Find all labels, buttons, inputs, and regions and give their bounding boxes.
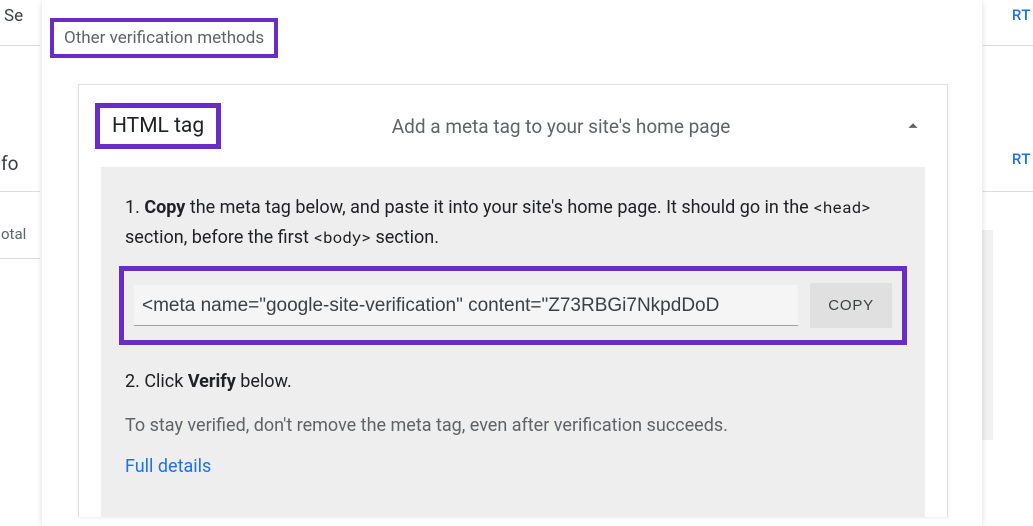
- verification-modal: Other verification methods HTML tag Add …: [42, 0, 982, 526]
- bg-button-fragment: RT: [1012, 150, 1031, 168]
- instructions-panel: 1. Copy the meta tag below, and paste it…: [101, 167, 925, 517]
- full-details-link[interactable]: Full details: [125, 456, 211, 477]
- method-title: HTML tag: [95, 103, 221, 149]
- bg-text-fragment: Se: [4, 6, 23, 26]
- section-header-other-methods[interactable]: Other verification methods: [50, 18, 278, 58]
- step-1: 1. Copy the meta tag below, and paste it…: [125, 193, 901, 252]
- method-description: Add a meta tag to your site's home page: [239, 115, 883, 138]
- meta-tag-highlight: <meta name="google-site-verification" co…: [119, 266, 907, 345]
- method-header[interactable]: HTML tag Add a meta tag to your site's h…: [79, 85, 947, 167]
- meta-tag-input[interactable]: <meta name="google-site-verification" co…: [134, 285, 798, 326]
- method-card-html-tag: HTML tag Add a meta tag to your site's h…: [78, 84, 948, 517]
- chevron-up-icon[interactable]: [901, 114, 925, 138]
- bg-button-fragment: RT: [1012, 6, 1031, 24]
- bg-text-fragment: fo: [1, 152, 18, 175]
- section-header-text: Other verification methods: [64, 28, 264, 48]
- copy-button[interactable]: COPY: [810, 283, 892, 328]
- verification-note: To stay verified, don't remove the meta …: [125, 415, 901, 436]
- bg-text-fragment: otal: [1, 225, 26, 243]
- step-2: 2. Click Verify below.: [125, 367, 901, 397]
- background-right: RT RT: [988, 0, 1033, 526]
